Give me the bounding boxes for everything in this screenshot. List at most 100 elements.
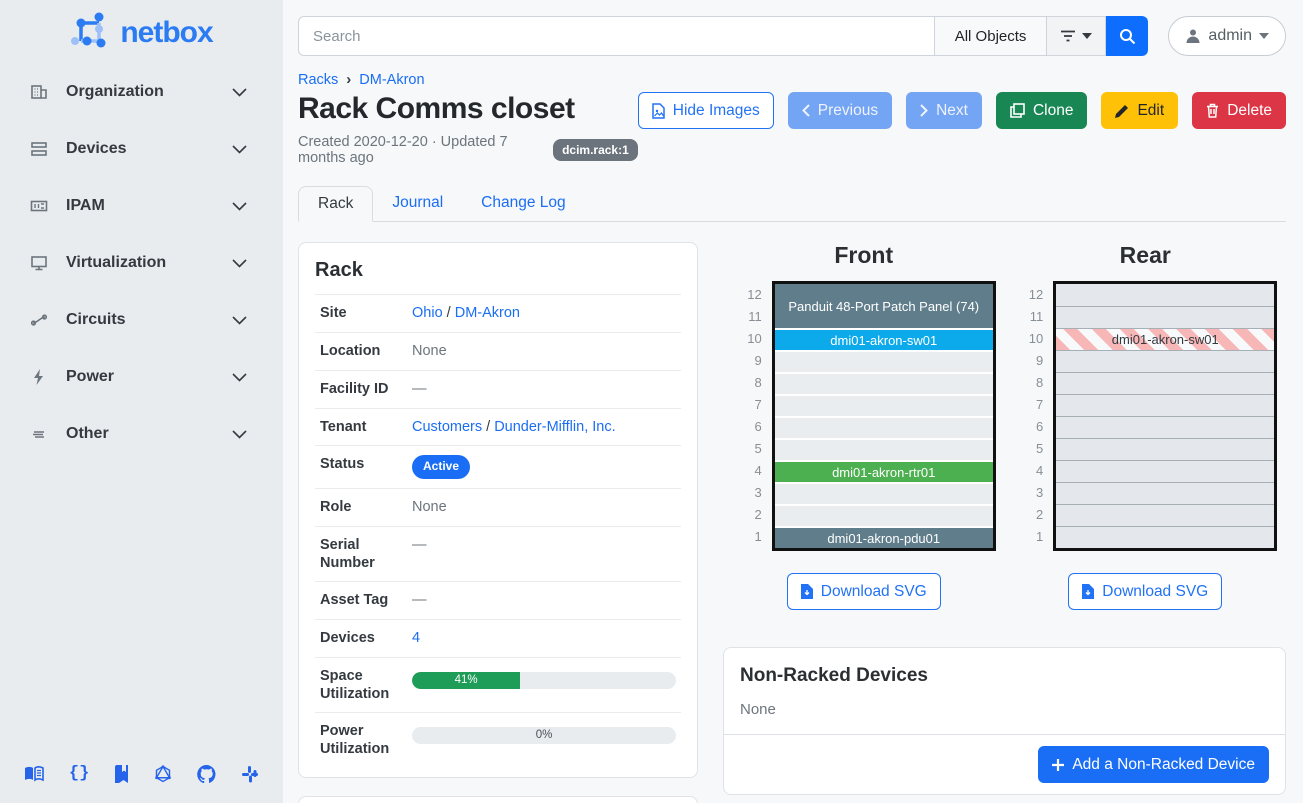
tab-rack[interactable]: Rack [298, 186, 373, 222]
docs-icon[interactable] [24, 764, 44, 783]
rack-empty-slot-u11[interactable] [1056, 306, 1274, 328]
filter-lines-icon [1060, 30, 1076, 42]
non-racked-empty-text: None [724, 701, 1285, 734]
left-column: Rack Site Ohio / DM-Akron Location None [298, 242, 698, 803]
search-scope-button[interactable]: All Objects [934, 16, 1047, 56]
sidebar-item-circuits[interactable]: Circuits [0, 300, 283, 340]
rack-empty-slot-u2[interactable] [1056, 504, 1274, 526]
power-utilization-text: 0% [412, 727, 676, 744]
hide-images-button[interactable]: Hide Images [638, 92, 774, 129]
search-group: All Objects [298, 16, 1148, 56]
rack-empty-slot-u5[interactable] [775, 438, 993, 460]
search-input[interactable] [298, 16, 934, 56]
unit-number: 9 [1013, 350, 1043, 372]
unit-number: 3 [732, 482, 762, 504]
unit-number: 7 [732, 394, 762, 416]
copy-icon [1010, 103, 1025, 118]
clone-button[interactable]: Clone [996, 92, 1088, 129]
rack-empty-slot-u5[interactable] [1056, 438, 1274, 460]
rack-empty-slot-u1[interactable] [1056, 526, 1274, 548]
card-footer: Add a Non-Racked Device [724, 734, 1285, 794]
sidebar-item-organization[interactable]: Organization [0, 72, 283, 112]
rack-empty-slot-u7[interactable] [1056, 394, 1274, 416]
unit-number: 12 [732, 284, 762, 306]
edit-button[interactable]: Edit [1101, 92, 1178, 129]
breadcrumb-link-site[interactable]: DM-Akron [359, 72, 424, 88]
site-region-link[interactable]: Ohio [412, 305, 443, 321]
object-id-badge: dcim.rack:1 [553, 139, 638, 161]
tab-journal[interactable]: Journal [373, 186, 462, 222]
rack-device-dmi01-akron-sw01[interactable]: dmi01-akron-sw01 [775, 328, 993, 350]
rear-download-svg-button[interactable]: Download SVG [1068, 573, 1222, 610]
rack-empty-slot-u4[interactable] [1056, 460, 1274, 482]
rack-empty-slot-u3[interactable] [775, 482, 993, 504]
rack-info-card: Rack Site Ohio / DM-Akron Location None [298, 242, 698, 778]
sidebar-nav: Organization Devices IPAM [0, 72, 283, 764]
trash-icon [1206, 103, 1219, 118]
right-column: Front 121110987654321 Panduit 48-Port Pa… [723, 242, 1286, 803]
rack-elevations: Front 121110987654321 Panduit 48-Port Pa… [723, 242, 1286, 610]
search-filter-button[interactable] [1046, 16, 1106, 56]
graphql-icon[interactable] [154, 764, 172, 783]
site-link[interactable]: DM-Akron [455, 305, 520, 321]
rack-device-panduit-48-port-patch-panel-74-[interactable]: Panduit 48-Port Patch Panel (74) [775, 284, 993, 328]
user-menu-button[interactable]: admin [1168, 16, 1286, 56]
rack-empty-slot-u2[interactable] [775, 504, 993, 526]
power-utilization-bar: 0% [412, 727, 676, 744]
circuit-icon [30, 311, 50, 329]
unit-number: 1 [732, 526, 762, 548]
card-title: Rack [315, 259, 681, 282]
plus-icon [1052, 759, 1064, 771]
front-unit-numbers: 121110987654321 [732, 281, 762, 551]
unit-number: 2 [1013, 504, 1043, 526]
rack-device-dmi01-akron-rtr01[interactable]: dmi01-akron-rtr01 [775, 460, 993, 482]
attr-row-tenant: Tenant Customers / Dunder-Mifflin, Inc. [315, 408, 681, 446]
tenant-group-link[interactable]: Customers [412, 419, 482, 435]
github-icon[interactable] [197, 764, 216, 783]
rack-empty-slot-u12[interactable] [1056, 284, 1274, 306]
breadcrumb-link-racks[interactable]: Racks [298, 72, 338, 88]
rack-empty-slot-u6[interactable] [775, 416, 993, 438]
rear-rack-diagram: dmi01-akron-sw01 [1053, 281, 1277, 551]
previous-button[interactable]: Previous [788, 92, 892, 129]
rack-empty-slot-u9[interactable] [775, 350, 993, 372]
lines-icon [30, 425, 50, 443]
rack-empty-slot-u7[interactable] [775, 394, 993, 416]
rest-api-icon[interactable]: {} [69, 764, 89, 783]
breadcrumb: Racks › DM-Akron [298, 71, 1286, 88]
unit-number: 11 [1013, 306, 1043, 328]
elevation-title: Rear [1120, 242, 1171, 269]
tenant-link[interactable]: Dunder-Mifflin, Inc. [494, 419, 615, 435]
chevron-right-icon [920, 104, 928, 117]
next-button[interactable]: Next [906, 92, 982, 129]
sidebar-item-label: IPAM [66, 197, 232, 215]
rack-device-dmi01-akron-sw01[interactable]: dmi01-akron-sw01 [1056, 328, 1274, 350]
book-icon[interactable] [114, 764, 129, 783]
sidebar-item-other[interactable]: Other [0, 414, 283, 454]
rack-empty-slot-u6[interactable] [1056, 416, 1274, 438]
chevron-left-icon [802, 104, 810, 117]
rack-empty-slot-u8[interactable] [1056, 372, 1274, 394]
devices-count-link[interactable]: 4 [412, 630, 420, 646]
sidebar-item-virtualization[interactable]: Virtualization [0, 243, 283, 283]
rack-empty-slot-u8[interactable] [775, 372, 993, 394]
slack-icon[interactable] [241, 764, 259, 783]
search-submit-button[interactable] [1106, 16, 1148, 56]
rack-attributes: Site Ohio / DM-Akron Location None Facil… [315, 294, 681, 767]
delete-button[interactable]: Delete [1192, 92, 1286, 129]
tab-change-log[interactable]: Change Log [462, 186, 584, 222]
front-elevation: Front 121110987654321 Panduit 48-Port Pa… [723, 242, 1005, 610]
rack-empty-slot-u3[interactable] [1056, 482, 1274, 504]
sidebar-item-devices[interactable]: Devices [0, 129, 283, 169]
monitor-icon [30, 254, 50, 272]
netbox-logo[interactable]: netbox [0, 12, 283, 54]
attr-row-role: Role None [315, 488, 681, 526]
sidebar-item-power[interactable]: Power [0, 357, 283, 397]
sidebar-item-ipam[interactable]: IPAM [0, 186, 283, 226]
rack-empty-slot-u9[interactable] [1056, 350, 1274, 372]
rack-device-dmi01-akron-pdu01[interactable]: dmi01-akron-pdu01 [775, 526, 993, 548]
ip-address-icon [30, 197, 50, 215]
add-non-racked-device-button[interactable]: Add a Non-Racked Device [1038, 746, 1269, 783]
lightning-icon [30, 368, 50, 386]
front-download-svg-button[interactable]: Download SVG [787, 573, 941, 610]
